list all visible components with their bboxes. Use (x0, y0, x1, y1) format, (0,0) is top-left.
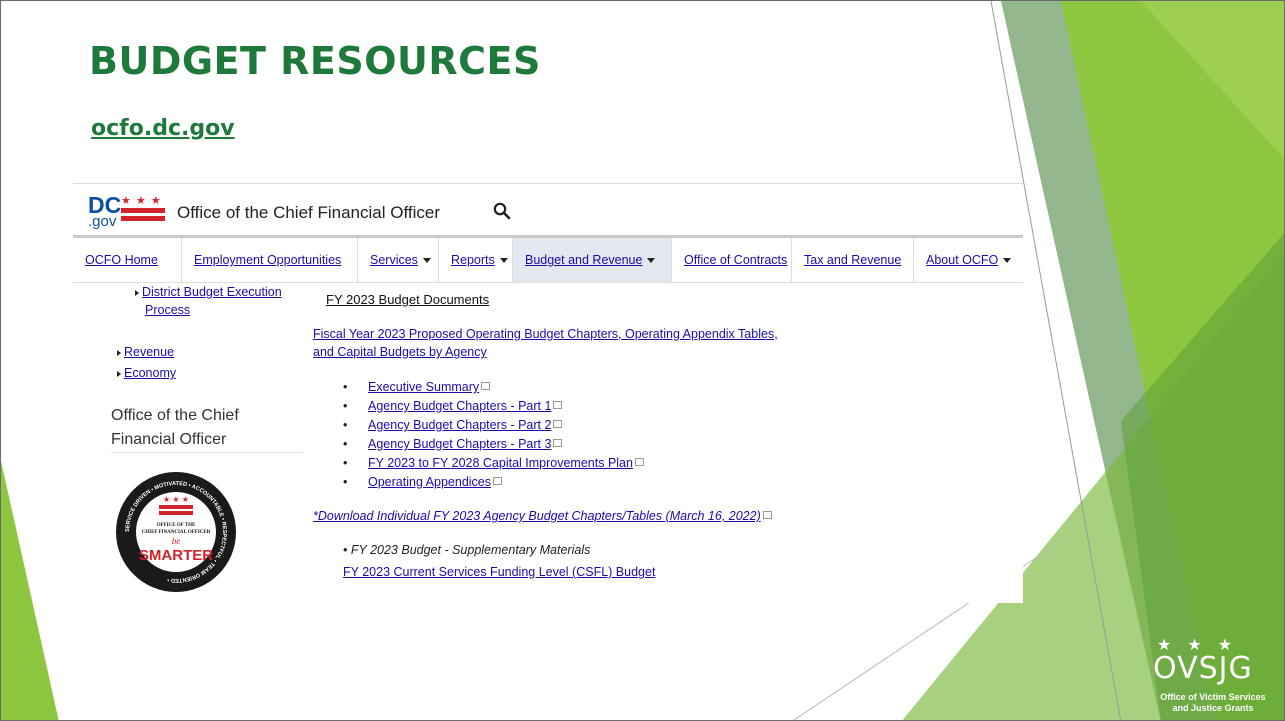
sidebar-item-economy[interactable]: Economy (117, 364, 176, 382)
triangle-right-icon (117, 370, 121, 377)
sidebar-heading-line: Office of the Chief (111, 407, 239, 424)
doc-link: Operating Appendices (368, 475, 492, 489)
chevron-down-icon (499, 257, 508, 263)
external-link-icon (553, 439, 563, 447)
nav-tax-revenue[interactable]: Tax and Revenue (792, 238, 914, 282)
external-link-icon (762, 511, 772, 519)
main-nav: OCFO Home Employment Opportunities Servi… (73, 235, 1023, 283)
ovsjg-logo: ★★★ OVSJG Office of Victim Services and J… (1149, 635, 1277, 720)
triangle-right-icon (117, 349, 121, 356)
proposed-budget-link[interactable]: Fiscal Year 2023 Proposed Operating Budg… (313, 325, 778, 343)
external-link-icon (493, 477, 503, 485)
nav-label: Services (370, 253, 418, 267)
chevron-down-icon (422, 257, 431, 263)
sidebar-item-budget-execution[interactable]: District Budget Execution (135, 283, 282, 301)
doc-link: FY 2023 to FY 2028 Capital Improvements … (368, 456, 633, 470)
nav-budget-revenue[interactable]: Budget and Revenue (513, 238, 672, 282)
nav-label: Budget and Revenue (525, 253, 643, 267)
seal-center-line2: CHIEF FINANCIAL OFFICER (142, 530, 211, 535)
ovsjg-subtitle-line: and Justice Grants (1172, 703, 1254, 713)
doc-link: Agency Budget Chapters - Part 3 (368, 437, 552, 451)
doc-link: Agency Budget Chapters - Part 1 (368, 399, 552, 413)
site-header: DC .gov ★ ★ ★ Office of the Chief Financ… (73, 183, 1023, 236)
nav-contracts[interactable]: Office of Contracts (672, 238, 792, 282)
nav-employment[interactable]: Employment Opportunities (182, 238, 358, 282)
external-link-icon (481, 382, 491, 390)
sidebar-label: Economy (124, 366, 177, 380)
search-icon[interactable] (493, 202, 511, 220)
seal-be: be (172, 536, 181, 546)
link-line: and Capital Budgets by Agency (313, 345, 487, 359)
sidebar-heading-line: Financial Officer (111, 431, 227, 448)
logo-gov: .gov (88, 213, 117, 230)
csfl-budget-link[interactable]: FY 2023 Current Services Funding Level (… (343, 563, 655, 581)
triangle-right-icon (135, 289, 139, 296)
ocfo-seal-logo: SERVICE DRIVEN • MOTIVATED • ACCOUNTABLE… (116, 472, 236, 592)
ovsjg-subtitle-line: Office of Victim Services (1160, 692, 1266, 702)
external-link-icon (553, 401, 563, 409)
list-item[interactable]: Operating Appendices (341, 473, 644, 492)
sidebar-heading: Office of the Chief Financial Officer (111, 404, 301, 452)
nav-label: OCFO Home (85, 253, 158, 267)
ocfo-website-screenshot: DC .gov ★ ★ ★ Office of the Chief Financ… (73, 179, 1023, 603)
list-item[interactable]: Agency Budget Chapters - Part 2 (341, 416, 644, 435)
content-heading: FY 2023 Budget Documents (326, 292, 490, 307)
left-green-triangle (1, 461, 59, 720)
logo-red-bar (121, 208, 165, 213)
ovsjg-wordmark: OVSJG (1153, 651, 1253, 686)
download-chapters-link[interactable]: *Download Individual FY 2023 Agency Budg… (313, 507, 772, 525)
list-item[interactable]: Executive Summary (341, 378, 644, 397)
site-name[interactable]: Office of the Chief Financial Officer (177, 203, 440, 223)
sidebar-divider (111, 452, 303, 453)
nav-services[interactable]: Services (358, 238, 439, 282)
nav-label: Employment Opportunities (194, 253, 342, 267)
nav-label: Reports (451, 253, 495, 267)
sidebar-label: Revenue (124, 345, 175, 359)
supplementary-item: • FY 2023 Budget - Supplementary Materia… (343, 543, 591, 557)
slide: BUDGET RESOURCES ocfo.dc.gov DC .gov ★ ★… (0, 0, 1285, 721)
chevron-down-icon (647, 257, 656, 263)
external-link-icon (553, 420, 563, 428)
proposed-budget-link-cont[interactable]: and Capital Budgets by Agency (313, 343, 487, 361)
seal-stars-icon: ★ ★ ★ (163, 495, 189, 504)
list-item[interactable]: FY 2023 to FY 2028 Capital Improvements … (341, 454, 644, 473)
dc-gov-logo[interactable]: DC .gov ★ ★ ★ (87, 194, 167, 230)
link-line: *Download Individual FY 2023 Agency Budg… (313, 509, 761, 523)
logo-stars-icon: ★ ★ ★ (121, 195, 162, 207)
nav-label: About OCFO (926, 253, 999, 267)
ovsjg-subtitle: Office of Victim Services and Justice Gra… (1149, 692, 1277, 714)
nav-reports[interactable]: Reports (439, 238, 513, 282)
external-link-icon (634, 458, 644, 466)
sidebar-item-budget-execution-cont[interactable]: Process (145, 301, 190, 319)
nav-ocfo-home[interactable]: OCFO Home (73, 238, 182, 282)
list-item[interactable]: Agency Budget Chapters - Part 3 (341, 435, 644, 454)
sidebar-label: District Budget Execution (142, 285, 282, 299)
nav-about[interactable]: About OCFO (914, 238, 1023, 282)
slide-title: BUDGET RESOURCES (89, 39, 541, 83)
seal-smarter: SMARTER (139, 547, 213, 564)
doc-link: Agency Budget Chapters - Part 2 (368, 418, 552, 432)
logo-red-bar (121, 216, 165, 221)
budget-documents-list: Executive Summary Agency Budget Chapters… (341, 378, 644, 492)
chevron-down-icon (1003, 257, 1012, 263)
link-line: Fiscal Year 2023 Proposed Operating Budg… (313, 327, 778, 341)
seal-center-line1: OFFICE OF THE (157, 523, 196, 528)
sidebar-item-revenue[interactable]: Revenue (117, 343, 174, 361)
nav-label: Tax and Revenue (804, 253, 902, 267)
nav-label: Office of Contracts (684, 253, 788, 267)
doc-link: Executive Summary (368, 380, 480, 394)
list-item[interactable]: Agency Budget Chapters - Part 1 (341, 397, 644, 416)
link-line: FY 2023 Current Services Funding Level (… (343, 565, 656, 579)
ocfo-site-link[interactable]: ocfo.dc.gov (91, 116, 235, 141)
supplementary-title: FY 2023 Budget - Supplementary Materials (350, 543, 591, 557)
sidebar-label: Process (145, 303, 191, 317)
